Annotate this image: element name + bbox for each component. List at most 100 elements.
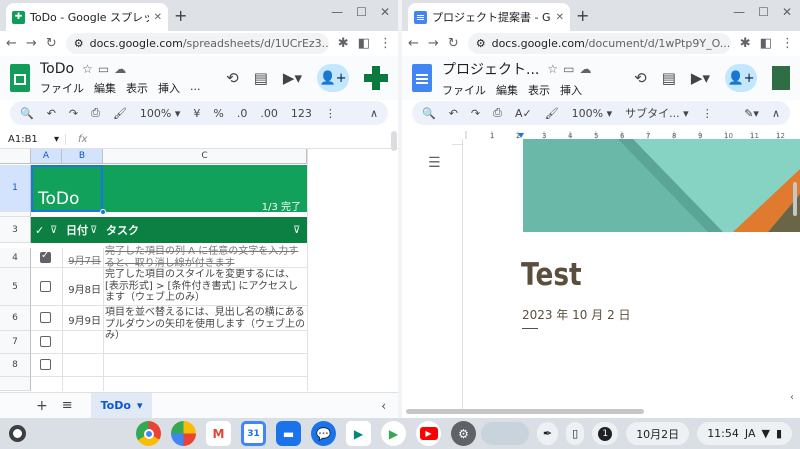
expand-icon[interactable]: ‹	[790, 392, 794, 403]
style-select[interactable]: サブタイ... ▾	[625, 105, 689, 121]
calendar-app-icon[interactable]: 31	[241, 421, 266, 446]
phone-hub-icon[interactable]: ▯	[566, 422, 585, 445]
spreadsheet-grid[interactable]: A B C 1 2 3 4 5 6 7 8 ToDo 1/3 完了 ✓ ⊽ 日付…	[0, 149, 310, 391]
launcher-button[interactable]	[9, 425, 26, 442]
move-folder-icon[interactable]: ▭	[563, 62, 574, 76]
settings-app-icon[interactable]: ⚙	[451, 421, 476, 446]
fill-handle[interactable]	[100, 209, 106, 215]
reload-icon[interactable]: ↻	[448, 36, 459, 51]
menu-view[interactable]: 表示	[528, 82, 550, 98]
number-format-button[interactable]: 123	[291, 107, 312, 120]
increase-decimal-button[interactable]: .00	[260, 107, 278, 120]
column-header-b[interactable]: B	[62, 149, 103, 164]
task-checkbox[interactable]	[40, 359, 51, 370]
paint-format-icon[interactable]: 🖌	[113, 107, 127, 120]
collapse-toolbar-icon[interactable]: ∧	[370, 107, 378, 120]
row-header[interactable]: 7	[0, 331, 31, 354]
share-button[interactable]: 👤+	[317, 64, 349, 92]
notification-center[interactable]: 1	[592, 422, 619, 445]
sheet-tab-todo[interactable]: ToDo ▾	[90, 392, 153, 418]
filter-icon[interactable]: ⊽	[90, 225, 106, 236]
task-date[interactable]: 9月9日	[65, 312, 101, 327]
add-sheet-icon[interactable]: +	[36, 398, 48, 414]
address-bar[interactable]: ⚙ docs.google.com/document/d/1wPtp9Y_O..…	[467, 33, 731, 54]
more-tools-icon[interactable]: ⋮	[325, 107, 336, 120]
row-header[interactable]	[0, 377, 31, 391]
redo-icon[interactable]: ↷	[69, 107, 78, 120]
calendar-date-button[interactable]: 10月2日	[626, 422, 690, 445]
share-button[interactable]: 👤+	[725, 64, 757, 92]
sheets-logo-icon[interactable]	[10, 64, 30, 92]
forward-icon[interactable]: →	[428, 36, 439, 51]
browser-tab-docs[interactable]: プロジェクト提案書 - Google ✕	[408, 3, 570, 31]
chrome-app-icon[interactable]	[136, 421, 161, 446]
new-tab-icon[interactable]: +	[576, 6, 589, 25]
column-header-a[interactable]: A	[31, 149, 62, 164]
back-icon[interactable]: ←	[6, 36, 17, 51]
horizontal-scrollbar[interactable]	[406, 409, 644, 414]
menu-view[interactable]: 表示	[126, 80, 148, 96]
system-status-area[interactable]: 11:54 JA ▼ ▮	[697, 422, 792, 445]
task-text[interactable]: 完了した項目のスタイルを変更するには、[表示形式] > [条件付き書式] にアク…	[105, 269, 305, 304]
docs-logo-icon[interactable]	[412, 64, 432, 92]
stylus-tools-icon[interactable]: ✒	[536, 422, 559, 445]
youtube-app-icon[interactable]: ▶	[416, 421, 441, 446]
select-all-corner[interactable]	[0, 149, 31, 164]
percent-button[interactable]: %	[213, 107, 223, 120]
move-folder-icon[interactable]: ▭	[98, 62, 109, 76]
row-header[interactable]: 5	[0, 268, 31, 306]
messages-app-icon[interactable]: 💬	[311, 421, 336, 446]
search-menus-icon[interactable]: 🔍	[20, 107, 34, 120]
task-checkbox[interactable]	[40, 336, 51, 347]
task-date[interactable]: 9月7日	[65, 252, 101, 267]
all-sheets-icon[interactable]: ≡	[62, 398, 73, 413]
decrease-decimal-button[interactable]: .0	[237, 107, 248, 120]
vertical-scrollbar[interactable]	[793, 182, 797, 216]
menu-file[interactable]: ファイル	[442, 82, 486, 98]
redo-icon[interactable]: ↷	[471, 107, 480, 120]
undo-icon[interactable]: ↶	[47, 107, 56, 120]
close-tab-icon[interactable]: ✕	[154, 12, 162, 23]
scroll-left-icon[interactable]: ‹	[381, 399, 386, 413]
menu-more[interactable]: ...	[190, 80, 201, 96]
extensions-icon[interactable]: ✱	[338, 36, 349, 51]
holding-space-thumbnails[interactable]	[480, 422, 529, 445]
gmail-app-icon[interactable]: M	[206, 421, 231, 446]
task-date[interactable]: 9月8日	[65, 281, 101, 296]
menu-edit[interactable]: 編集	[496, 82, 518, 98]
collapse-toolbar-icon[interactable]: ∧	[772, 107, 780, 120]
forward-icon[interactable]: →	[26, 36, 37, 51]
row-header[interactable]: 6	[0, 306, 31, 331]
more-tools-icon[interactable]: ⋮	[702, 107, 713, 120]
task-checkbox[interactable]	[40, 250, 51, 263]
row-header[interactable]: 1	[0, 165, 31, 212]
close-window-icon[interactable]: ✕	[380, 5, 390, 19]
row-header[interactable]: 8	[0, 354, 31, 377]
column-header-c[interactable]: C	[103, 149, 307, 164]
task-checkbox[interactable]	[40, 281, 51, 292]
header-image[interactable]	[523, 139, 800, 232]
task-checkbox[interactable]	[40, 312, 51, 323]
document-date[interactable]: 2023 年 10 月 2 日	[522, 306, 631, 323]
cloud-status-icon[interactable]: ☁	[579, 62, 591, 76]
history-icon[interactable]: ⟲	[226, 69, 239, 87]
side-panel-icon[interactable]: ◧	[760, 36, 772, 51]
site-info-icon[interactable]: ⚙	[74, 37, 84, 50]
filter-icon[interactable]: ⊽	[50, 225, 66, 236]
close-tab-icon[interactable]: ✕	[556, 12, 564, 23]
maximize-icon[interactable]: ☐	[356, 5, 367, 19]
meet-app-icon[interactable]: ▶	[346, 421, 371, 446]
new-tab-icon[interactable]: +	[174, 6, 187, 25]
extensions-icon[interactable]: ✱	[740, 36, 751, 51]
menu-insert[interactable]: 挿入	[560, 82, 582, 98]
address-bar[interactable]: ⚙ docs.google.com/spreadsheets/d/1UCrEz3…	[65, 33, 329, 54]
menu-file[interactable]: ファイル	[40, 80, 84, 96]
browser-menu-icon[interactable]: ⋮	[379, 36, 392, 51]
row-header[interactable]: 3	[0, 217, 31, 243]
maximize-icon[interactable]: ☐	[758, 5, 769, 19]
minimize-icon[interactable]: —	[331, 5, 343, 19]
meet-icon[interactable]: ▶▾	[691, 69, 710, 87]
print-icon[interactable]: ⎙	[91, 106, 100, 120]
task-text[interactable]: 完了した項目の列 A に任意の文字を入力すると、取り消し線が付きます	[105, 246, 305, 269]
undo-icon[interactable]: ↶	[449, 107, 458, 120]
